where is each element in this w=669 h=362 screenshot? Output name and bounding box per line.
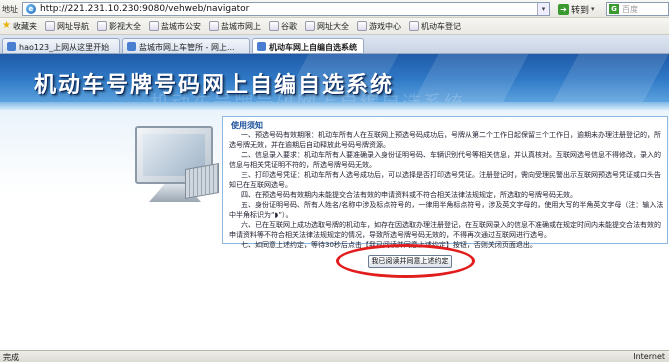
- keyboard-icon: [185, 163, 219, 199]
- tab-label: 盐城市网上车管所 - 网上...: [139, 43, 235, 52]
- fav-link[interactable]: 游戏中心: [356, 21, 401, 32]
- page-banner: 机动车号牌号码网上自编自选系统 机动车号牌号码网上自编自选系统: [0, 54, 669, 110]
- go-dropdown-icon[interactable]: ▾: [591, 5, 595, 13]
- tab-yancheng-dmv[interactable]: 盐城市网上车管所 - 网上...: [122, 38, 250, 53]
- fav-link-label: 游戏中心: [368, 21, 401, 31]
- star-icon: ★: [2, 20, 11, 31]
- page-title: 机动车号牌号码网上自编自选系统: [34, 72, 395, 98]
- computer-illustration: [135, 126, 219, 216]
- fav-link[interactable]: 网址大全: [304, 21, 349, 32]
- address-dropdown-icon[interactable]: ▾: [537, 3, 549, 15]
- fav-link[interactable]: 盐城市网上: [208, 21, 261, 32]
- notice-item: 四、在预选号码有效期内未能提交合法有效的申请资料或不符合相关法律法规规定，所选取…: [241, 191, 577, 199]
- tab-bar: hao123_上网从这里开始 盐城市网上车管所 - 网上... 机动车网上自编自…: [0, 35, 669, 54]
- notice-item: 一、预选号码有效期限：机动车所有人在互联网上预选号码成功后，号牌从第二个工作日起…: [229, 131, 661, 149]
- ie-page-icon: e: [26, 4, 36, 14]
- page-icon: [96, 21, 107, 31]
- address-label: 地址: [2, 5, 18, 14]
- go-label: 转到: [571, 5, 590, 16]
- page-content: 使用须知 一、预选号码有效期限：机动车所有人在互联网上预选号码成功后，号牌从第二…: [0, 110, 669, 350]
- banner-band: [0, 102, 669, 110]
- page-icon: [208, 21, 219, 31]
- notice-body: 一、预选号码有效期限：机动车所有人在互联网上预选号码成功后，号牌从第二个工作日起…: [229, 130, 665, 250]
- go-arrow-icon: ➔: [558, 3, 569, 15]
- page-icon: [304, 21, 315, 31]
- agree-button[interactable]: 我已阅读并同意上述约定: [368, 255, 452, 268]
- tab-favicon-icon: [7, 42, 16, 51]
- fav-link-label: 影视大全: [108, 21, 141, 31]
- favorites-menu[interactable]: ★ 收藏夹: [2, 21, 37, 32]
- tab-label: hao123_上网从这里开始: [19, 43, 110, 52]
- tab-label: 机动车网上自编自选系统: [269, 43, 357, 52]
- page-icon: [268, 21, 279, 31]
- notice-item: 三、打印选号凭证：机动车所有人选号成功后，可以选择是否打印选号凭证。注册登记时，…: [229, 171, 661, 189]
- search-engine-icon: G: [609, 4, 619, 14]
- fav-link[interactable]: 网址导航: [44, 21, 89, 32]
- fav-link-label: 机动车登记: [420, 21, 461, 31]
- fav-link[interactable]: 机动车登记: [408, 21, 461, 32]
- fav-link[interactable]: 影视大全: [96, 21, 141, 32]
- notice-item: 七、如同意上述约定，等待30秒后点击【我已阅读并同意上述约定】按钮，否则关闭页面…: [241, 241, 537, 249]
- page-icon: [44, 21, 55, 31]
- security-zone: Internet: [633, 352, 665, 361]
- tab-hao123[interactable]: hao123_上网从这里开始: [2, 38, 120, 53]
- page-icon: [356, 21, 367, 31]
- tab-plate-selection[interactable]: 机动车网上自编自选系统: [252, 38, 364, 53]
- fav-link-label: 盐城市网上: [220, 21, 261, 31]
- page-icon: [408, 21, 419, 31]
- favorites-bar: ★ 收藏夹 网址导航 影视大全 盐城市公安 盐城市网上 谷歌 网址大全 游戏中心 …: [0, 18, 669, 35]
- search-placeholder: 百度: [622, 5, 638, 14]
- fav-link[interactable]: 谷歌: [268, 21, 297, 32]
- fav-link-label: 盐城市公安: [160, 21, 201, 31]
- notice-item: 六、已在互联网上成功选取号牌的机动车，如存在因选取办理注册登记，在互联网录入的信…: [229, 221, 661, 239]
- notice-item: 五、身份证明号码、所有人姓名/名称中涉及标点符号的，一律用半角标点符号，涉及英文…: [229, 201, 664, 219]
- notice-item: 二、信息录入要求：机动车所有人要准确录入身份证明号码、车辆识别代号等相关信息，并…: [229, 151, 661, 169]
- address-url[interactable]: http://221.231.10.230:9080/vehweb/naviga…: [40, 4, 249, 14]
- go-button[interactable]: ➔ 转到 ▾: [556, 2, 597, 16]
- favorites-label: 收藏夹: [12, 21, 37, 31]
- fav-link[interactable]: 盐城市公安: [148, 21, 201, 32]
- usage-notice-panel: 使用须知 一、预选号码有效期限：机动车所有人在互联网上预选号码成功后，号牌从第二…: [222, 116, 668, 249]
- status-text: 完成: [3, 353, 19, 362]
- fav-link-label: 网址大全: [316, 21, 349, 31]
- tab-favicon-icon: [257, 42, 266, 51]
- tab-favicon-icon: [127, 42, 136, 51]
- fav-link-label: 网址导航: [56, 21, 89, 31]
- address-input[interactable]: e http://221.231.10.230:9080/vehweb/navi…: [22, 2, 550, 16]
- address-toolbar: 地址 e http://221.231.10.230:9080/vehweb/n…: [0, 0, 669, 18]
- page-icon: [148, 21, 159, 31]
- fav-link-label: 谷歌: [280, 21, 297, 31]
- search-input[interactable]: G 百度: [606, 2, 669, 16]
- status-bar: 完成 Internet: [0, 350, 669, 362]
